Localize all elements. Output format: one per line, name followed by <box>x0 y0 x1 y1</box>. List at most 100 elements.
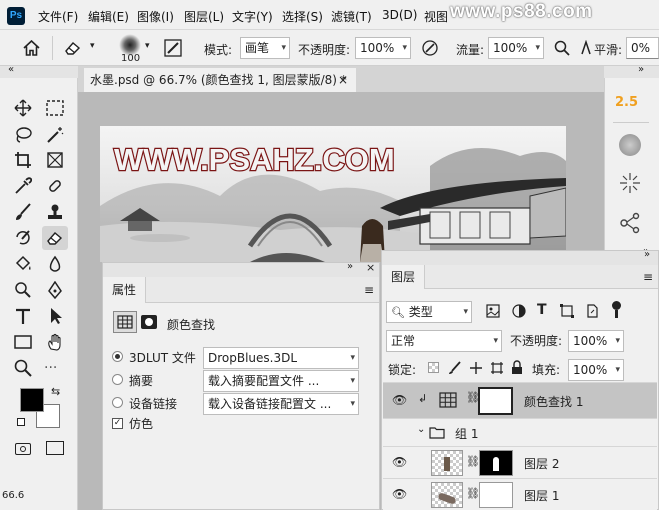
layer-row-group-1[interactable]: ⌄ 组 1 <box>383 418 657 446</box>
layer-thumbnail[interactable] <box>431 482 463 508</box>
filter-toggle[interactable] <box>612 301 621 310</box>
foreground-color-front[interactable] <box>20 388 44 412</box>
menu-3d[interactable]: 3D(D) <box>382 8 417 22</box>
layer-row-layer-1[interactable]: 👁︎ ⛓ 图层 1 <box>383 478 657 510</box>
network-icon[interactable] <box>619 212 641 234</box>
paint-bucket-icon[interactable] <box>10 252 36 276</box>
close-panel-icon[interactable]: × <box>366 261 375 274</box>
fill-input[interactable]: 100% ▾ <box>568 359 624 381</box>
type-tool-icon[interactable] <box>10 304 36 328</box>
select-3dlut-file[interactable]: DropBlues.3DL ▾ <box>203 347 359 369</box>
filter-smart-object-icon[interactable] <box>585 304 599 318</box>
swap-colors-icon[interactable]: ⇆ <box>51 385 60 398</box>
filter-type-icon[interactable]: T <box>537 302 547 318</box>
collapse-panel-icon[interactable]: » <box>347 261 353 272</box>
marquee-tool-icon[interactable] <box>42 96 68 120</box>
collapse-panel-icon[interactable]: » <box>644 249 650 260</box>
mode-select[interactable]: 画笔 ▾ <box>240 37 290 59</box>
mask-icon[interactable] <box>141 315 157 329</box>
layer-row-color-lookup[interactable]: 👁︎ ↲ ⛓ 颜色查找 1 <box>383 382 657 418</box>
menu-type[interactable]: 文字(Y) <box>232 8 273 25</box>
default-colors-icon[interactable] <box>17 418 25 426</box>
radio-3dlut[interactable] <box>112 351 123 362</box>
filter-shape-icon[interactable] <box>560 304 574 318</box>
sphere-icon[interactable] <box>619 134 641 156</box>
layer-opacity-input[interactable]: 100% ▾ <box>568 330 624 352</box>
radio-device-link[interactable] <box>112 397 123 408</box>
menu-select[interactable]: 选择(S) <box>282 8 323 25</box>
screen-mode-icon[interactable] <box>46 441 64 455</box>
history-brush-icon[interactable] <box>10 226 36 250</box>
filter-pixel-icon[interactable] <box>486 304 500 318</box>
brush-tool-icon[interactable] <box>10 200 36 224</box>
expand-panel-icon[interactable]: » <box>638 64 644 75</box>
lasso-tool-icon[interactable] <box>10 123 36 147</box>
smoothing-icon[interactable] <box>580 40 592 56</box>
layer-row-layer-2[interactable]: 👁︎ ⛓ 图层 2 <box>383 446 657 478</box>
menu-filter[interactable]: 滤镜(T) <box>331 8 372 25</box>
opacity-input[interactable]: 100% ▾ <box>355 37 411 59</box>
home-icon[interactable] <box>23 40 40 56</box>
crop-tool-icon[interactable] <box>10 148 36 172</box>
menu-edit[interactable]: 编辑(E) <box>88 8 129 25</box>
lock-position-icon[interactable] <box>469 361 483 375</box>
eyedropper-icon[interactable] <box>10 174 36 198</box>
visibility-eye-icon[interactable]: 👁︎ <box>392 487 407 501</box>
pen-tool-icon[interactable] <box>42 278 68 302</box>
document-canvas[interactable]: WWW.PSAHZ.COM <box>100 126 566 262</box>
chevron-down-icon[interactable]: ▾ <box>145 41 150 51</box>
visibility-eye-icon[interactable]: 👁︎ <box>392 455 407 469</box>
eraser-tool-active-icon[interactable] <box>42 226 68 250</box>
layer-mask-thumbnail[interactable] <box>479 450 513 476</box>
tab-layers[interactable]: 图层 <box>382 265 426 289</box>
radio-abstract[interactable] <box>112 374 123 385</box>
document-tab[interactable]: 水墨.psd @ 66.7% (颜色查找 1, 图层蒙版/8) * × <box>84 68 356 92</box>
adjustment-icon-button[interactable] <box>113 311 137 333</box>
more-tools-icon[interactable]: ··· <box>44 360 57 376</box>
burst-icon[interactable] <box>619 172 641 194</box>
link-chain-icon[interactable]: ⛓ <box>466 455 480 468</box>
select-abstract-profile[interactable]: 载入摘要配置文件 ... ▾ <box>203 370 359 392</box>
eraser-tool-icon[interactable] <box>64 40 82 56</box>
quick-mask-icon[interactable] <box>15 443 31 455</box>
tab-properties[interactable]: 属性 <box>103 277 147 303</box>
lock-artboard-icon[interactable] <box>490 361 504 375</box>
search-icon[interactable] <box>554 40 570 56</box>
move-tool-icon[interactable] <box>10 96 36 120</box>
select-device-link[interactable]: 载入设备链接配置文 ... ▾ <box>203 393 359 415</box>
layer-filter-select[interactable]: 🔍︎ 类型 ▾ <box>386 301 472 323</box>
visibility-eye-icon[interactable]: 👁︎ <box>392 393 407 407</box>
frame-tool-icon[interactable] <box>42 148 68 172</box>
menu-file[interactable]: 文件(F) <box>38 8 78 25</box>
pressure-opacity-icon[interactable] <box>421 39 439 57</box>
hand-tool-icon[interactable] <box>42 330 68 354</box>
blur-tool-icon[interactable] <box>42 252 68 276</box>
checkbox-dither[interactable]: ✓ <box>112 418 123 429</box>
menu-image[interactable]: 图像(I) <box>137 8 174 25</box>
stamp-tool-icon[interactable] <box>42 200 68 224</box>
panel-menu-icon[interactable]: ≡ <box>643 270 653 284</box>
lock-all-icon[interactable] <box>511 360 523 375</box>
menu-view[interactable]: 视图 <box>424 8 448 25</box>
collapse-panel-icon[interactable]: « <box>8 64 14 75</box>
lock-pixels-icon[interactable] <box>448 361 462 375</box>
flow-input[interactable]: 100% ▾ <box>488 37 544 59</box>
close-tab-button[interactable]: × <box>338 68 348 92</box>
chevron-down-icon[interactable]: ▾ <box>90 41 95 51</box>
chevron-down-icon[interactable]: ⌄ <box>417 424 425 435</box>
smooth-input[interactable]: 0% <box>626 37 659 59</box>
lock-transparent-icon[interactable] <box>428 362 439 373</box>
path-selection-icon[interactable] <box>42 304 68 328</box>
link-chain-icon[interactable]: ⛓ <box>466 487 480 500</box>
healing-brush-icon[interactable] <box>42 174 68 198</box>
brush-settings-icon[interactable] <box>164 39 182 57</box>
zoom-tool-icon[interactable] <box>10 356 36 380</box>
menu-layer[interactable]: 图层(L) <box>184 8 224 25</box>
blend-mode-select[interactable]: 正常 ▾ <box>386 330 502 352</box>
version-badge[interactable]: 2.5 <box>615 95 638 110</box>
magic-wand-icon[interactable] <box>42 123 68 147</box>
rectangle-tool-icon[interactable] <box>10 330 36 354</box>
layer-thumbnail[interactable] <box>431 450 463 476</box>
panel-menu-icon[interactable]: ≡ <box>364 283 374 297</box>
filter-adjustment-icon[interactable] <box>512 304 526 318</box>
